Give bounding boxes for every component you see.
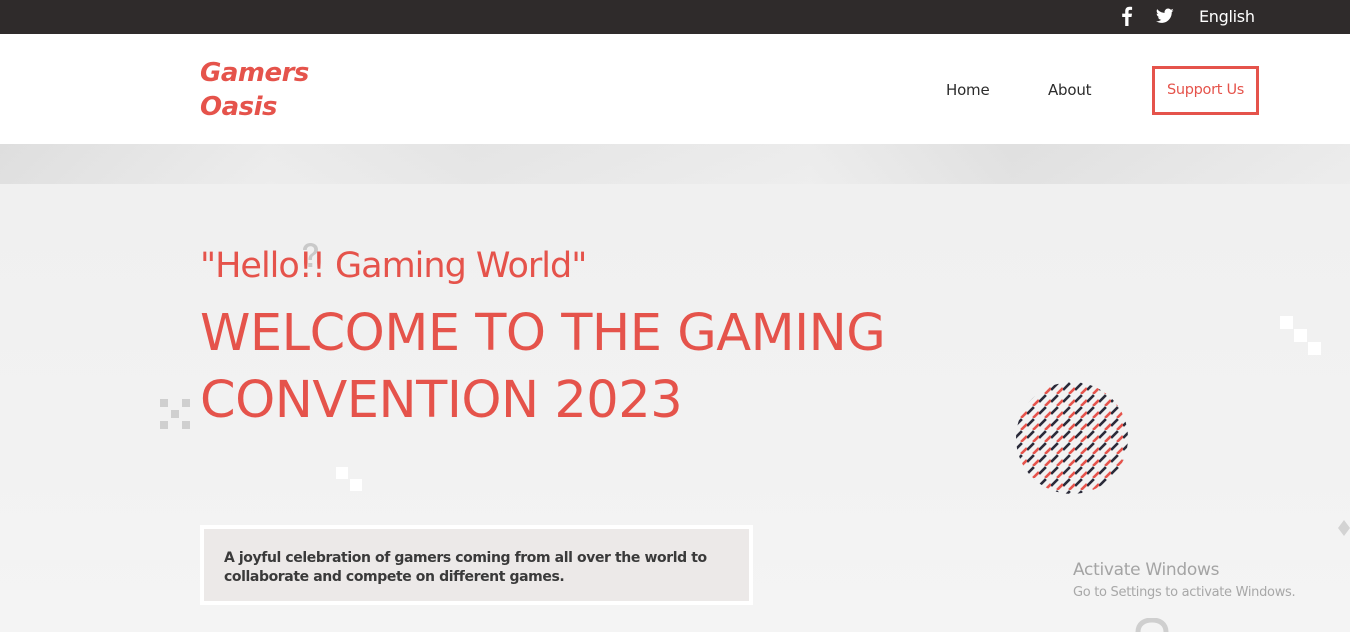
twitter-icon[interactable] xyxy=(1155,7,1174,25)
nav-home-link[interactable]: Home xyxy=(946,81,990,99)
hero-title: WELCOME TO THE GAMING CONVENTION 2023 xyxy=(200,304,886,430)
page: English Gamers Oasis Home About Support … xyxy=(0,0,1350,632)
diamond-decoration xyxy=(1338,520,1350,536)
hero-description: A joyful celebration of gamers coming fr… xyxy=(224,550,707,585)
top-bar: English xyxy=(0,0,1350,34)
activate-windows-title: Activate Windows xyxy=(1073,560,1220,580)
hero-background-image xyxy=(0,144,1350,184)
activate-windows-subtitle: Go to Settings to activate Windows. xyxy=(1073,585,1296,600)
language-selector[interactable]: English xyxy=(1199,7,1255,26)
facebook-icon[interactable] xyxy=(1119,5,1135,27)
dotted-circle-pattern xyxy=(1016,382,1128,494)
squares-decoration xyxy=(1280,316,1321,355)
nav-about-link[interactable]: About xyxy=(1048,81,1092,99)
squares-decoration xyxy=(336,467,362,491)
ring-decoration xyxy=(1135,618,1169,632)
site-header: Gamers Oasis Home About Support Us xyxy=(0,34,1350,144)
site-logo[interactable]: Gamers Oasis xyxy=(200,56,340,124)
hero-description-box: A joyful celebration of gamers coming fr… xyxy=(200,525,753,605)
hero-section: "Hello!! Gaming World" WELCOME TO THE GA… xyxy=(0,144,1350,632)
support-us-button[interactable]: Support Us xyxy=(1152,66,1259,115)
cross-decoration xyxy=(160,399,190,429)
hero-greeting: "Hello!! Gaming World" xyxy=(200,246,587,286)
